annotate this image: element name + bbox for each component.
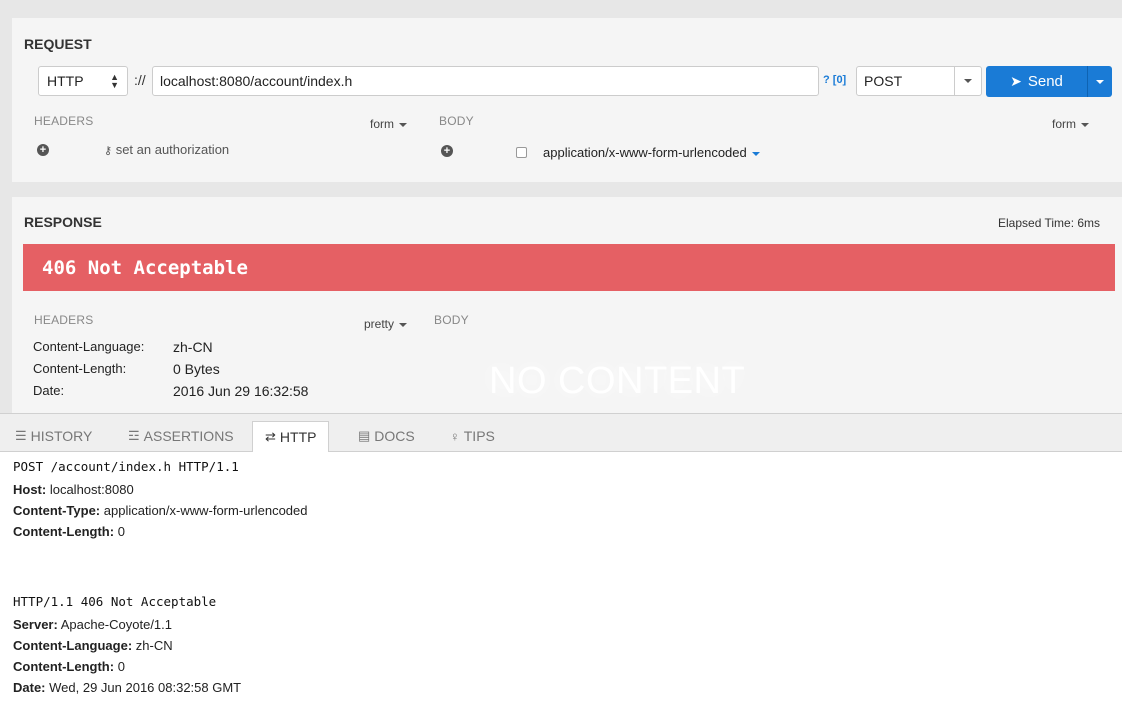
body-checkbox[interactable]	[516, 147, 527, 158]
tab-assertions[interactable]: ☲ ASSERTIONS	[116, 420, 246, 452]
tab-tips[interactable]: ♀ TIPS	[438, 420, 507, 452]
paper-plane-icon: ➤	[1010, 73, 1022, 89]
elapsed-time: Elapsed Time: 6ms	[998, 216, 1101, 230]
add-header-icon[interactable]: +	[37, 144, 49, 156]
request-body-format[interactable]: form	[1052, 117, 1089, 131]
raw-request-header: Host: localhost:8080	[13, 482, 134, 497]
updown-icon: ▲ ▼	[110, 72, 119, 90]
exchange-icon: ⇄	[265, 429, 276, 444]
book-icon: ▤	[358, 428, 371, 443]
chevron-down-icon	[399, 322, 408, 327]
header-name: Content-Length:	[33, 361, 127, 376]
request-title: REQUEST	[24, 36, 92, 52]
chevron-down-icon	[399, 122, 407, 127]
assertions-icon: ☲	[128, 428, 140, 443]
raw-request-header: Content-Type: application/x-www-form-url…	[13, 503, 308, 518]
url-input[interactable]: localhost:8080/account/index.h	[152, 66, 819, 96]
lightbulb-icon: ♀	[450, 428, 460, 444]
help-link[interactable]: ? [0]	[823, 74, 846, 86]
chevron-down-icon	[1096, 79, 1104, 84]
add-body-icon[interactable]: +	[441, 145, 453, 157]
protocol-select[interactable]: HTTP ▲ ▼	[38, 66, 128, 96]
no-content-placeholder: NO CONTENT	[489, 360, 746, 402]
request-line: POST /account/index.h HTTP/1.1	[13, 459, 239, 474]
status-banner: 406 Not Acceptable	[23, 244, 1115, 291]
tab-docs[interactable]: ▤ DOCS	[346, 420, 427, 452]
protocol-value: HTTP	[47, 73, 84, 89]
key-icon: ⚷	[104, 145, 113, 157]
raw-response-header: Date: Wed, 29 Jun 2016 08:32:58 GMT	[13, 680, 242, 695]
scheme-separator: ://	[134, 72, 146, 88]
send-button-group: ➤ Send	[986, 66, 1112, 97]
header-name: Date:	[33, 383, 65, 398]
header-name: Content-Language:	[33, 339, 145, 354]
chevron-down-icon	[954, 67, 981, 95]
request-headers-label: HEADERS	[34, 114, 94, 128]
send-options-button[interactable]	[1088, 66, 1112, 97]
set-authorization-link[interactable]: ⚷ set an authorization	[104, 142, 229, 157]
list-icon: ☰	[15, 428, 27, 443]
chevron-down-icon	[1081, 122, 1089, 127]
request-panel: REQUEST HTTP ▲ ▼ :// localhost:8080/accou…	[12, 18, 1122, 182]
request-headers-format[interactable]: form	[370, 117, 407, 131]
tab-bar: ☰ HISTORY ☲ ASSERTIONS ⇄ HTTP ▤ DOCS ♀ TIPS	[0, 413, 1122, 453]
method-value: POST	[864, 73, 903, 89]
send-button[interactable]: ➤ Send	[986, 66, 1088, 97]
raw-request-header: Content-Length: 0	[13, 524, 125, 539]
status-line: HTTP/1.1 406 Not Acceptable	[13, 594, 217, 609]
send-label: Send	[1027, 73, 1063, 90]
raw-response-header: Content-Length: 0	[13, 659, 125, 674]
header-value: zh-CN	[173, 339, 213, 355]
raw-response-header: Server: Apache-Coyote/1.1	[13, 617, 173, 632]
method-select[interactable]: POST	[856, 66, 982, 96]
url-value: localhost:8080/account/index.h	[160, 73, 353, 89]
response-headers-format[interactable]: pretty	[364, 317, 408, 331]
response-panel: RESPONSE Elapsed Time: 6ms 406 Not Accep…	[12, 197, 1122, 413]
header-value: 0 Bytes	[173, 361, 220, 377]
request-body-label: BODY	[439, 114, 474, 128]
tab-http[interactable]: ⇄ HTTP	[252, 421, 330, 453]
header-value: 2016 Jun 29 16:32:58	[173, 383, 309, 399]
tab-history[interactable]: ☰ HISTORY	[3, 420, 104, 452]
http-content: POST /account/index.h HTTP/1.1 Host: loc…	[0, 452, 1122, 716]
chevron-down-icon	[751, 151, 760, 156]
response-title: RESPONSE	[24, 214, 102, 230]
response-headers-label: HEADERS	[34, 313, 94, 327]
content-type-select[interactable]: application/x-www-form-urlencoded	[543, 145, 760, 160]
raw-response-header: Content-Language: zh-CN	[13, 638, 173, 653]
response-body-label: BODY	[434, 313, 469, 327]
